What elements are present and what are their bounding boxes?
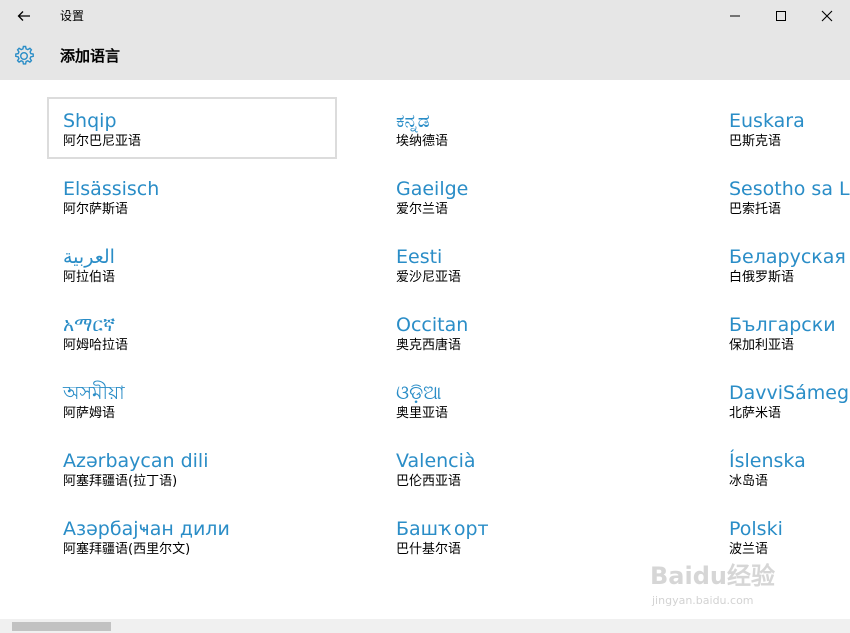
language-column: ಕನ್ನಡ 埃纳德语 Gaeilge 爱尔兰语 Eesti 爱沙尼亚语 Occitan 奥克西…	[380, 97, 670, 573]
language-chinese-name: 巴索托语	[729, 202, 782, 217]
language-chinese-name: 冰岛语	[729, 474, 769, 489]
language-item[interactable]: DavviSámegiella 北萨米语	[713, 369, 850, 431]
language-item[interactable]: Eesti 爱沙尼亚语	[380, 233, 670, 295]
language-chinese-name: 北萨米语	[729, 406, 782, 421]
page-title: 添加语言	[60, 47, 121, 65]
gear-icon	[15, 45, 34, 65]
language-item[interactable]: Azərbaycan dili 阿塞拜疆语(拉丁语)	[47, 437, 337, 499]
arrow-left-icon	[17, 11, 30, 21]
language-native-name: অসমীয়া	[63, 382, 125, 404]
language-native-name: DavviSámegiella	[729, 382, 850, 404]
title-bar: 设置	[0, 0, 850, 32]
language-item[interactable]: Elsässisch 阿尔萨斯语	[47, 165, 337, 227]
language-chinese-name: 埃纳德语	[396, 134, 449, 149]
language-item[interactable]: አማርኛ 阿姆哈拉语	[47, 301, 337, 363]
language-chinese-name: 阿尔萨斯语	[63, 202, 129, 217]
language-native-name: Български	[729, 314, 836, 336]
language-chinese-name: 奥里亚语	[396, 406, 449, 421]
language-native-name: Беларуская	[729, 246, 846, 268]
minimize-icon	[730, 15, 740, 17]
language-native-name: Башҡорт	[396, 518, 489, 540]
maximize-button[interactable]	[758, 0, 804, 32]
language-native-name: Euskara	[729, 110, 805, 132]
language-chinese-name: 爱沙尼亚语	[396, 270, 462, 285]
language-chinese-name: 巴斯克语	[729, 134, 782, 149]
language-native-name: Eesti	[396, 246, 443, 268]
language-item[interactable]: Íslenska 冰岛语	[713, 437, 850, 499]
language-chinese-name: 奥克西唐语	[396, 338, 462, 353]
language-chinese-name: 阿拉伯语	[63, 270, 116, 285]
language-item[interactable]: Български 保加利亚语	[713, 301, 850, 363]
language-item[interactable]: Valencià 巴伦西亚语	[380, 437, 670, 499]
language-chinese-name: 巴伦西亚语	[396, 474, 462, 489]
back-button[interactable]	[0, 0, 48, 32]
language-chinese-name: 阿塞拜疆语(拉丁语)	[63, 474, 178, 489]
language-native-name: Sesotho sa Leboa	[729, 178, 850, 200]
language-native-name: Polski	[729, 518, 783, 540]
language-native-name: ଓଡ଼ିଆ	[396, 382, 442, 404]
language-item[interactable]: ଓଡ଼ିଆ 奥里亚语	[380, 369, 670, 431]
language-item[interactable]: Gaeilge 爱尔兰语	[380, 165, 670, 227]
language-chinese-name: 保加利亚语	[729, 338, 795, 353]
language-chinese-name: 阿姆哈拉语	[63, 338, 129, 353]
language-item[interactable]: Беларуская 白俄罗斯语	[713, 233, 850, 295]
language-column: Shqip 阿尔巴尼亚语 Elsässisch 阿尔萨斯语 العربية 阿拉伯语 አማር…	[47, 97, 337, 573]
language-chinese-name: 巴什基尔语	[396, 542, 462, 557]
language-native-name: Valencià	[396, 450, 476, 472]
language-chinese-name: 阿尔巴尼亚语	[63, 134, 142, 149]
watermark-logo: Baidu经验	[650, 562, 775, 590]
language-item[interactable]: Shqip 阿尔巴尼亚语	[47, 97, 337, 159]
language-list: Shqip 阿尔巴尼亚语 Elsässisch 阿尔萨斯语 العربية 阿拉伯语 አማር…	[0, 80, 850, 619]
language-native-name: Gaeilge	[396, 178, 469, 200]
close-button[interactable]	[804, 0, 850, 32]
language-native-name: العربية	[63, 246, 115, 268]
language-native-name: Elsässisch	[63, 178, 160, 200]
close-icon	[821, 10, 833, 22]
language-item[interactable]: Азәрбајҹан дили 阿塞拜疆语(西里尔文)	[47, 505, 337, 567]
language-native-name: አማርኛ	[63, 314, 116, 336]
window-title: 设置	[60, 9, 85, 23]
watermark-url: jingyan.baidu.com	[652, 594, 754, 607]
language-item[interactable]: Occitan 奥克西唐语	[380, 301, 670, 363]
scrollbar-thumb[interactable]	[12, 622, 111, 631]
language-item[interactable]: অসমীয়া 阿萨姆语	[47, 369, 337, 431]
language-native-name: Азәрбајҹан дили	[63, 518, 230, 540]
language-chinese-name: 白俄罗斯语	[729, 270, 795, 285]
language-native-name: Íslenska	[729, 450, 806, 472]
language-native-name: Shqip	[63, 110, 117, 132]
language-native-name: Azərbaycan dili	[63, 450, 209, 472]
language-column: Euskara 巴斯克语 Sesotho sa Leboa 巴索托语 Беларуска…	[713, 97, 850, 573]
language-chinese-name: 爱尔兰语	[396, 202, 449, 217]
language-chinese-name: 阿萨姆语	[63, 406, 116, 421]
language-item[interactable]: Sesotho sa Leboa 巴索托语	[713, 165, 850, 227]
language-item[interactable]: Башҡорт 巴什基尔语	[380, 505, 670, 567]
language-native-name: ಕನ್ನಡ	[396, 110, 430, 132]
minimize-button[interactable]	[712, 0, 758, 32]
maximize-icon	[776, 11, 786, 21]
language-native-name: Occitan	[396, 314, 469, 336]
language-item[interactable]: ಕನ್ನಡ 埃纳德语	[380, 97, 670, 159]
page-header: 添加语言	[0, 32, 850, 80]
horizontal-scrollbar[interactable]	[0, 619, 850, 633]
language-chinese-name: 阿塞拜疆语(西里尔文)	[63, 542, 191, 557]
language-item[interactable]: Euskara 巴斯克语	[713, 97, 850, 159]
language-item[interactable]: العربية 阿拉伯语	[47, 233, 337, 295]
